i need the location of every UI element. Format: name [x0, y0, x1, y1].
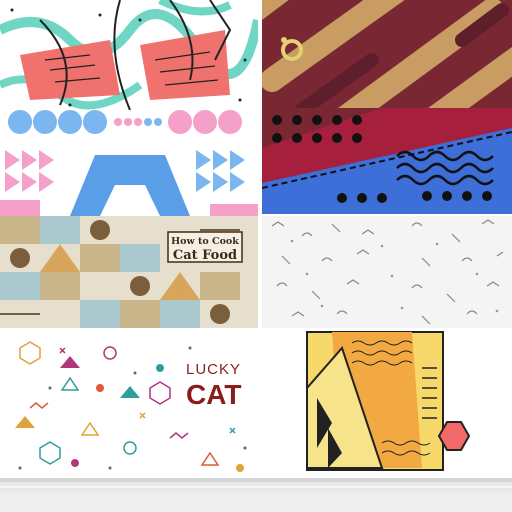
blue-pink-geometric-art	[0, 110, 258, 216]
floor-baseboard-art	[0, 478, 512, 512]
gray-memphis-pattern-art	[262, 216, 512, 328]
cat-food-title: How to Cook Cat Food	[168, 235, 242, 263]
cat-food-pattern-tile: How to Cook Cat Food	[0, 216, 258, 328]
cat-food-title-line1: How to Cook	[171, 236, 239, 247]
crimson-blue-waves-tile	[262, 108, 512, 214]
lucky-cat-confetti-tile: LUCKY CAT	[0, 328, 258, 478]
lucky-cat-title-line1: LUCKY	[186, 361, 242, 378]
floor-baseboard	[0, 478, 512, 512]
lucky-cat-title-line2: CAT	[186, 379, 242, 410]
cat-food-title-line2: Cat Food	[172, 248, 238, 263]
yellow-geometric-poster-tile	[262, 328, 512, 478]
yellow-geometric-poster-art	[262, 328, 512, 478]
maroon-stripes-tile	[262, 0, 512, 108]
pattern-collage: How to Cook Cat Food LUCKY CAT	[0, 0, 512, 512]
coral-teal-pattern-art	[0, 0, 258, 110]
crimson-blue-waves-art	[262, 108, 512, 214]
coral-teal-pattern-tile	[0, 0, 258, 110]
gray-memphis-pattern-tile	[262, 216, 512, 328]
blue-pink-geometric-tile	[0, 110, 258, 216]
cat-food-pattern-art	[0, 216, 258, 328]
maroon-stripes-art	[262, 0, 512, 108]
